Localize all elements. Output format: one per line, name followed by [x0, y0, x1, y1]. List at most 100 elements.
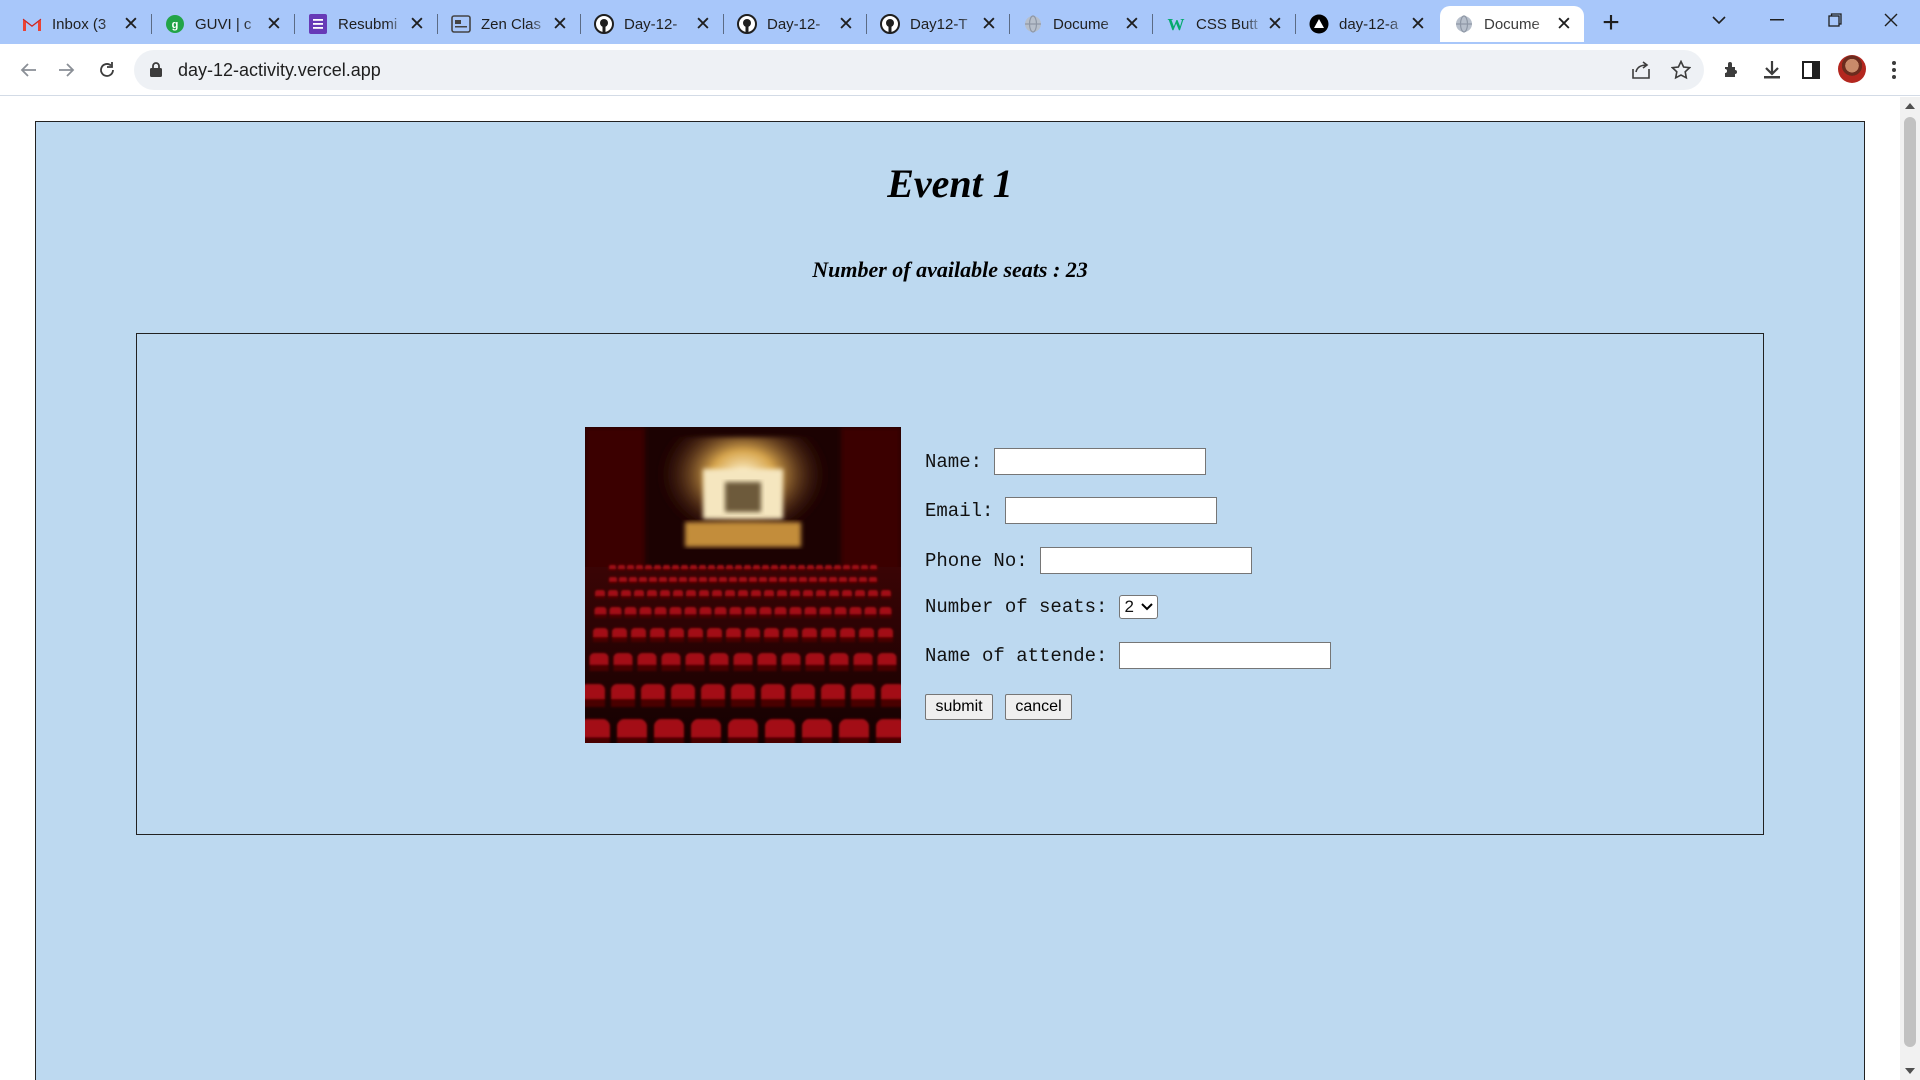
tab-github-3[interactable]: Day12-T ✕ — [866, 6, 1010, 42]
close-icon[interactable]: ✕ — [979, 14, 999, 35]
theater-seat-shadow — [691, 737, 721, 743]
forms-icon — [308, 14, 328, 34]
theater-seat-shadow — [852, 568, 859, 571]
profile-avatar[interactable] — [1838, 55, 1866, 83]
side-panel-icon[interactable] — [1797, 56, 1825, 84]
close-icon[interactable]: ✕ — [1554, 14, 1574, 35]
theater-seat-shadow — [821, 637, 836, 642]
bookmark-star-icon[interactable] — [1670, 59, 1692, 81]
new-tab-button[interactable]: + — [1596, 6, 1626, 39]
attendee-input[interactable] — [1119, 642, 1332, 669]
w3-icon: W — [1166, 14, 1186, 34]
github-icon — [737, 14, 757, 34]
theater-seat-shadow — [790, 595, 800, 599]
close-icon[interactable]: ✕ — [1122, 14, 1142, 35]
close-icon[interactable]: ✕ — [550, 14, 570, 35]
gmail-icon — [22, 14, 42, 34]
theater-seat-shadow — [881, 595, 891, 599]
tab-document-active[interactable]: Docume ✕ — [1440, 6, 1584, 42]
theater-seat-shadow — [719, 581, 727, 584]
theater-seat-shadow — [805, 664, 825, 671]
theater-seat-shadow — [621, 595, 631, 599]
submit-button[interactable]: submit — [925, 694, 993, 720]
tab-css-buttons[interactable]: W CSS Butt ✕ — [1152, 6, 1296, 42]
theater-seat-shadow — [645, 568, 652, 571]
back-icon[interactable] — [12, 54, 44, 86]
theater-seat-shadow — [639, 581, 647, 584]
theater-seat-shadow — [757, 664, 777, 671]
theater-image — [585, 427, 901, 743]
reload-icon[interactable] — [91, 54, 123, 86]
theater-seat-shadow — [669, 581, 677, 584]
phone-input[interactable] — [1039, 547, 1252, 574]
theater-seat-shadow — [609, 581, 617, 584]
tab-document-1[interactable]: Docume ✕ — [1009, 6, 1153, 42]
tab-gmail[interactable]: Inbox (3 ✕ — [8, 6, 152, 42]
vertical-scrollbar[interactable] — [1900, 97, 1920, 1080]
tab-zen-class[interactable]: Zen Clas ✕ — [437, 6, 581, 42]
tab-vercel[interactable]: day-12-a ✕ — [1295, 6, 1438, 42]
theater-seat-shadow — [707, 637, 722, 642]
theater-seat-shadow — [650, 637, 665, 642]
theater-seat-shadow — [684, 614, 697, 618]
scroll-down-icon[interactable] — [1905, 1068, 1915, 1074]
scrollbar-thumb[interactable] — [1904, 117, 1916, 1047]
name-label: Name: — [925, 450, 983, 473]
address-bar[interactable]: day-12-activity.vercel.app — [134, 50, 1704, 90]
tab-github-1[interactable]: Day-12- ✕ — [580, 6, 724, 42]
attendee-row: Name of attende: — [925, 642, 1332, 669]
theater-seat-shadow — [780, 568, 787, 571]
theater-seat-shadow — [585, 698, 605, 707]
theater-seat-shadow — [804, 614, 817, 618]
theater-seat-shadow — [726, 568, 733, 571]
theater-seat-shadow — [877, 664, 897, 671]
theater-seat-shadow — [864, 614, 877, 618]
close-icon[interactable]: ✕ — [264, 14, 284, 35]
theater-seat-shadow — [661, 664, 681, 671]
theater-seat-shadow — [669, 637, 684, 642]
theater-seat-shadow — [751, 595, 761, 599]
forward-icon[interactable] — [51, 54, 83, 86]
theater-seat-shadow — [859, 637, 874, 642]
theater-seat-shadow — [753, 568, 760, 571]
email-input[interactable] — [1005, 497, 1218, 524]
close-icon[interactable]: ✕ — [693, 14, 713, 35]
theater-seat-shadow — [859, 581, 867, 584]
tab-github-2[interactable]: Day-12- ✕ — [723, 6, 867, 42]
share-icon[interactable] — [1630, 59, 1652, 81]
tab-forms[interactable]: Resubmi ✕ — [294, 6, 438, 42]
tab-search-icon[interactable] — [1690, 0, 1748, 40]
scroll-up-icon[interactable] — [1905, 103, 1915, 109]
close-icon[interactable]: ✕ — [121, 14, 141, 35]
theater-seat-shadow — [803, 595, 813, 599]
extensions-icon[interactable] — [1718, 56, 1746, 84]
phone-label: Phone No: — [925, 549, 1028, 572]
seats-select[interactable]: 2 — [1119, 595, 1159, 619]
theater-seat-shadow — [819, 614, 832, 618]
close-icon[interactable]: ✕ — [836, 14, 856, 35]
booking-card: Name: Email: Phone No: Number of seats: … — [136, 333, 1764, 835]
theater-seat-shadow — [617, 737, 647, 743]
event-container: Event 1 Number of available seats : 23 N… — [35, 121, 1865, 1080]
name-input[interactable] — [994, 448, 1207, 475]
theater-seat-shadow — [876, 737, 901, 743]
theater-seat-shadow — [759, 581, 767, 584]
close-icon[interactable]: ✕ — [1408, 14, 1428, 35]
theater-seat-shadow — [688, 637, 703, 642]
cancel-button[interactable]: cancel — [1005, 694, 1072, 720]
theater-seat-shadow — [764, 595, 774, 599]
close-icon[interactable]: ✕ — [1265, 14, 1285, 35]
minimize-icon[interactable] — [1748, 0, 1806, 40]
download-icon[interactable] — [1758, 56, 1786, 84]
theater-seat-shadow — [619, 581, 627, 584]
seats-row: Number of seats: 2 — [925, 595, 1159, 619]
tab-guvi[interactable]: g GUVI | c ✕ — [151, 6, 295, 42]
theater-seat-shadow — [689, 581, 697, 584]
theater-seat-shadow — [802, 737, 832, 743]
close-icon[interactable]: ✕ — [407, 14, 427, 35]
menu-kebab-icon[interactable] — [1880, 56, 1908, 84]
restore-icon[interactable] — [1806, 0, 1864, 40]
theater-seat-shadow — [842, 595, 852, 599]
theater-seat-shadow — [708, 568, 715, 571]
close-window-icon[interactable] — [1862, 0, 1920, 40]
